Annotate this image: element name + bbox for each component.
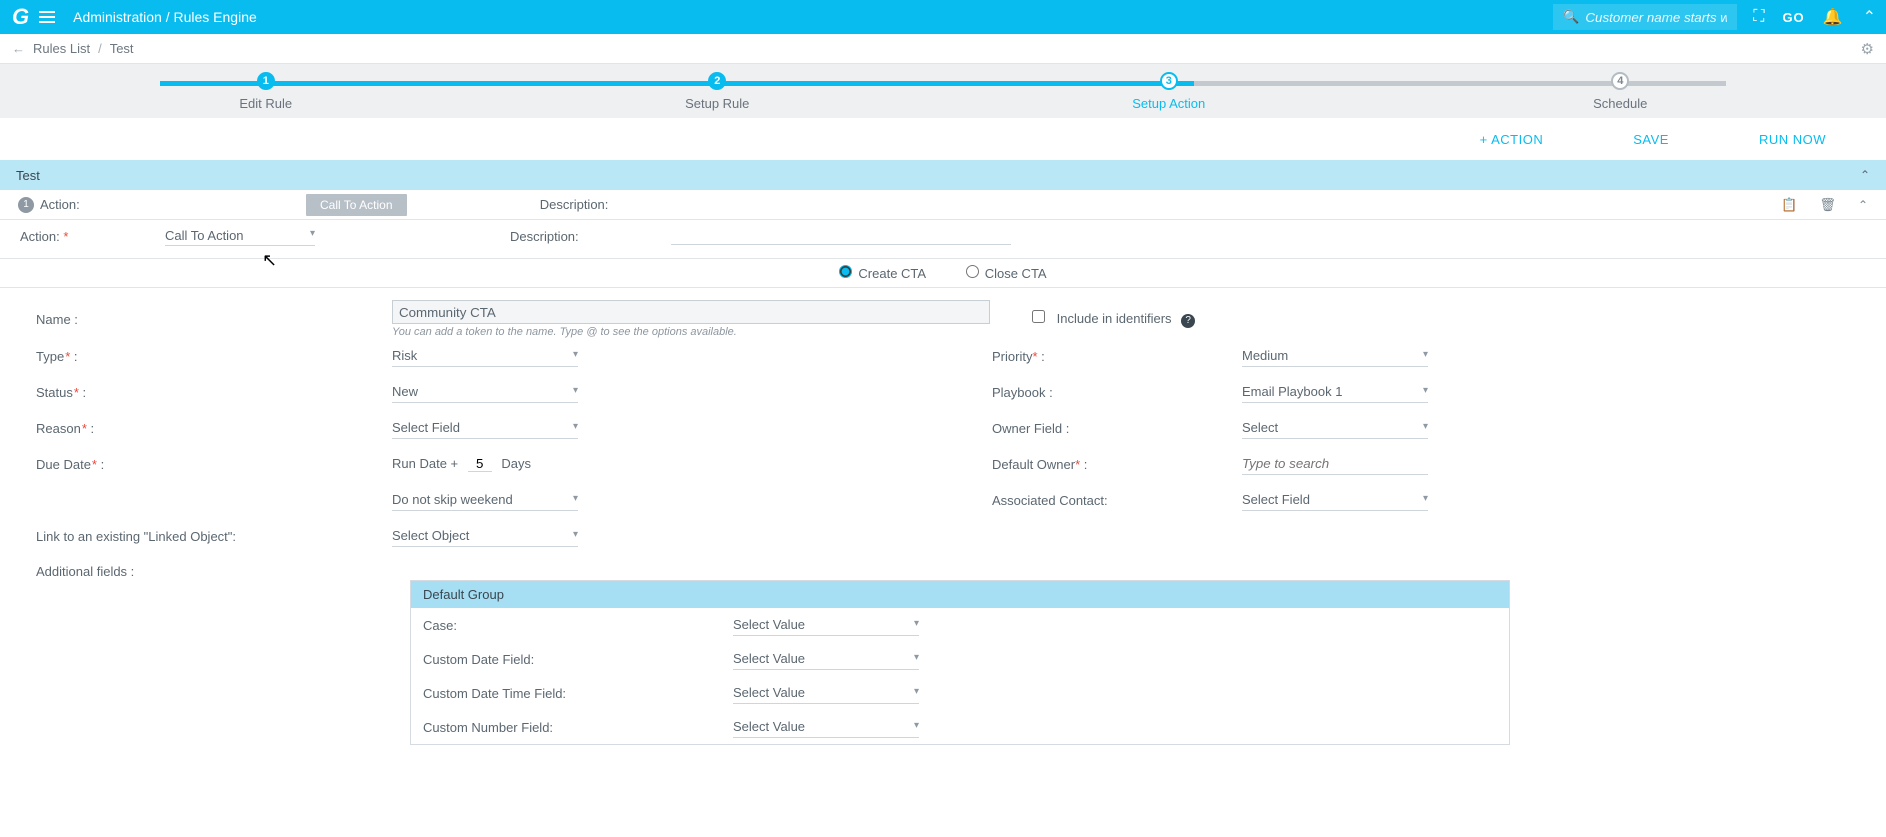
- description-field-label: Description:: [510, 229, 579, 244]
- section-title: Test: [16, 168, 40, 183]
- default-group: Default Group Case: Select Value Custom …: [410, 580, 1510, 745]
- close-cta-radio[interactable]: Close CTA: [966, 266, 1047, 281]
- status-select[interactable]: New: [392, 381, 578, 403]
- owner-field-label: Owner Field :: [992, 421, 1242, 436]
- default-owner-input[interactable]: [1242, 453, 1428, 475]
- dg-select[interactable]: Select Value: [733, 614, 919, 636]
- default-group-title: Default Group: [411, 581, 1509, 608]
- run-now-button[interactable]: RUN NOW: [1759, 132, 1826, 147]
- wizard-steps: 1 Edit Rule 2 Setup Rule 3 Setup Action …: [0, 64, 1886, 118]
- step-number: 4: [1611, 72, 1629, 90]
- add-action-button[interactable]: + ACTION: [1480, 132, 1544, 147]
- skip-weekend-select[interactable]: Do not skip weekend: [392, 489, 578, 511]
- dg-select[interactable]: Select Value: [733, 648, 919, 670]
- due-days-input[interactable]: [468, 456, 492, 472]
- customer-search[interactable]: 🔍: [1553, 4, 1737, 30]
- step-edit-rule[interactable]: 1 Edit Rule: [40, 72, 492, 111]
- dg-row: Custom Number Field: Select Value: [411, 710, 1509, 744]
- bell-icon[interactable]: 🔔: [1813, 7, 1853, 27]
- collapse-action-icon[interactable]: ⌃: [1858, 198, 1868, 212]
- create-cta-radio[interactable]: Create CTA: [839, 266, 926, 281]
- dg-label: Custom Number Field:: [423, 720, 733, 735]
- playbook-label: Playbook :: [992, 385, 1242, 400]
- action-field-label: Action:: [20, 229, 63, 244]
- collapse-top-icon[interactable]: ⌃: [1853, 7, 1886, 27]
- step-label: Edit Rule: [239, 96, 292, 111]
- breadcrumb-b[interactable]: Rules Engine: [174, 9, 257, 25]
- status-label: Status: [36, 385, 73, 400]
- help-icon[interactable]: ?: [1181, 314, 1195, 328]
- associated-contact-label: Associated Contact:: [992, 493, 1242, 508]
- back-arrow-icon[interactable]: ←: [12, 41, 25, 56]
- include-identifiers-label: Include in identifiers: [1057, 311, 1172, 326]
- name-hint: You can add a token to the name. Type @ …: [392, 326, 992, 338]
- action-type-select[interactable]: Call To Action: [165, 226, 315, 246]
- playbook-select[interactable]: Email Playbook 1: [1242, 381, 1428, 403]
- type-label: Type: [36, 349, 64, 364]
- additional-fields-label: Additional fields :: [18, 564, 392, 579]
- due-date-label: Due Date: [36, 457, 91, 472]
- dg-select[interactable]: Select Value: [733, 716, 919, 738]
- rules-list-link[interactable]: Rules List: [33, 41, 90, 56]
- step-number: 1: [257, 72, 275, 90]
- associated-contact-select[interactable]: Select Field: [1242, 489, 1428, 511]
- step-setup-action[interactable]: 3 Setup Action: [943, 72, 1395, 111]
- priority-label: Priority: [992, 349, 1032, 364]
- include-identifiers-checkbox[interactable]: [1032, 310, 1045, 323]
- go-button[interactable]: GO: [1774, 10, 1812, 25]
- default-owner-label: Default Owner: [992, 457, 1075, 472]
- search-icon: 🔍: [1563, 9, 1579, 25]
- app-logo: G: [0, 4, 39, 30]
- step-schedule[interactable]: 4 Schedule: [1395, 72, 1847, 111]
- step-number: 3: [1160, 72, 1178, 90]
- reason-select[interactable]: Select Field: [392, 417, 578, 439]
- dg-row: Case: Select Value: [411, 608, 1509, 642]
- name-label: Name :: [18, 312, 392, 327]
- due-suffix: Days: [501, 456, 531, 471]
- breadcrumb-a[interactable]: Administration: [73, 9, 162, 25]
- action-index-badge: 1: [18, 197, 34, 213]
- type-select[interactable]: Risk: [392, 345, 578, 367]
- step-setup-rule[interactable]: 2 Setup Rule: [492, 72, 944, 111]
- dg-label: Case:: [423, 618, 733, 633]
- breadcrumb-sep: /: [166, 9, 170, 25]
- action-label: Action:: [40, 197, 80, 212]
- description-input[interactable]: [671, 227, 1011, 245]
- name-input[interactable]: [392, 300, 990, 324]
- reason-label: Reason: [36, 421, 81, 436]
- breadcrumb-sep: /: [98, 41, 102, 56]
- delete-icon[interactable]: 🗑: [1819, 197, 1836, 213]
- linked-object-select[interactable]: Select Object: [392, 525, 578, 547]
- action-type-tooltip: Call To Action: [306, 194, 407, 216]
- due-prefix: Run Date +: [392, 456, 462, 471]
- collapse-section-icon[interactable]: ⌃: [1860, 168, 1870, 182]
- copy-icon[interactable]: 📋: [1781, 197, 1797, 213]
- linked-object-label: Link to an existing "Linked Object":: [18, 529, 392, 544]
- step-label: Setup Action: [1132, 96, 1205, 111]
- dg-label: Custom Date Field:: [423, 652, 733, 667]
- rule-name-crumb: Test: [110, 41, 134, 56]
- priority-select[interactable]: Medium: [1242, 345, 1428, 367]
- hierarchy-icon[interactable]: ⛶: [1743, 8, 1774, 26]
- dg-row: Custom Date Field: Select Value: [411, 642, 1509, 676]
- hamburger-icon[interactable]: [39, 8, 61, 26]
- dg-select[interactable]: Select Value: [733, 682, 919, 704]
- step-number: 2: [708, 72, 726, 90]
- save-button[interactable]: SAVE: [1633, 132, 1669, 147]
- dg-label: Custom Date Time Field:: [423, 686, 733, 701]
- step-label: Schedule: [1593, 96, 1647, 111]
- dg-row: Custom Date Time Field: Select Value: [411, 676, 1509, 710]
- customer-search-input[interactable]: [1585, 10, 1727, 25]
- breadcrumb: Administration / Rules Engine: [61, 9, 257, 25]
- step-label: Setup Rule: [685, 96, 749, 111]
- owner-field-select[interactable]: Select: [1242, 417, 1428, 439]
- description-header-label: Description:: [540, 197, 609, 212]
- gear-icon[interactable]: ⚙: [1861, 40, 1874, 58]
